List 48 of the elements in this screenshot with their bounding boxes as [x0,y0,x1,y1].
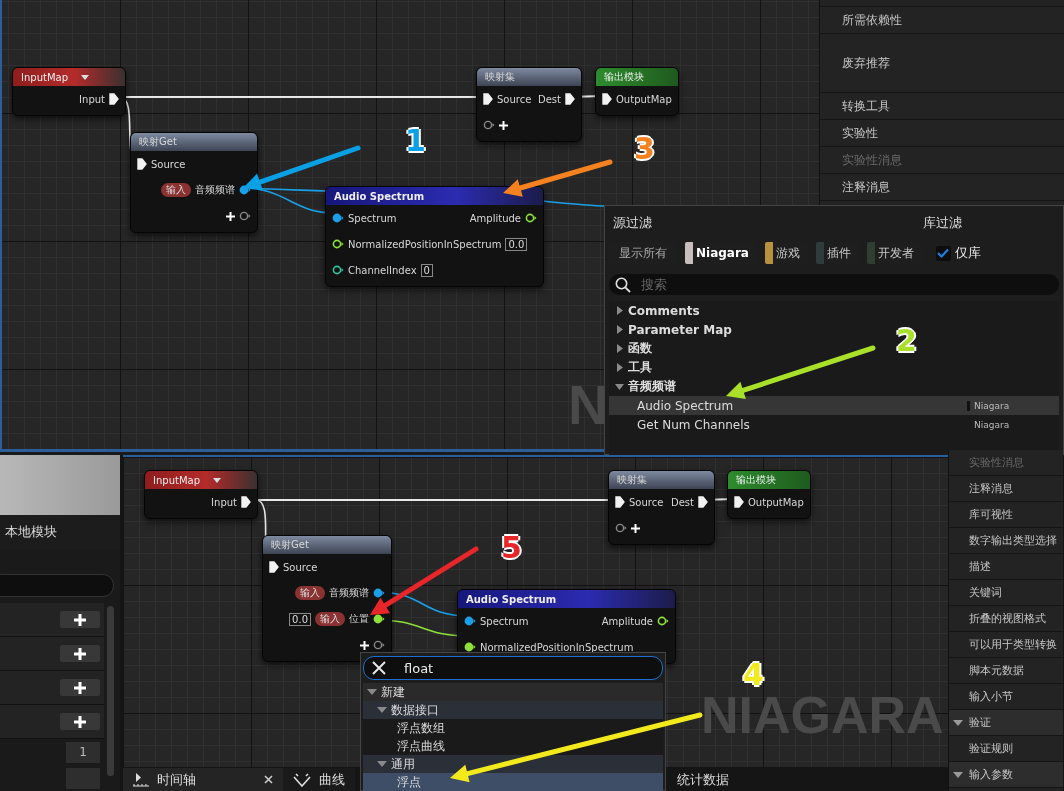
watermark-text: NIAGARA [701,695,944,735]
pin-label: Amplitude [601,615,653,627]
pin-label: Spectrum [348,212,397,224]
pin-tag: 输入 [315,612,345,626]
pin-label: OutputMap [616,93,672,105]
node-title: 映射Get [139,135,178,149]
tab-label: 曲线 [319,770,345,789]
node-title: 映射集 [617,473,648,487]
pin-label: Source [629,496,664,508]
annotation-number: 3 [634,136,655,162]
pin-label: Dest [671,496,694,508]
pin-label: Input [79,93,105,105]
annotation-number: 4 [743,662,764,688]
node-title: InputMap [153,474,201,486]
pin-label: 音频频谱 [195,183,235,197]
filter-heading: 库过滤 [923,214,962,232]
pin-label: Amplitude [469,212,521,224]
node-title: 输出模块 [736,473,777,487]
node-title: InputMap [21,71,69,83]
pin-label: Source [283,561,318,573]
source-label: Niagara [967,400,1010,411]
source-label: Niagara [973,419,1010,430]
annotation-number: 5 [501,535,522,561]
filter-heading: 源过滤 [613,214,652,232]
node-title: 输出模块 [604,70,645,84]
node-title: 映射集 [485,70,516,84]
pin-label: Dest [538,93,561,105]
pin-label: 音频频谱 [329,586,369,600]
panel-title: 本地模块 [0,515,120,549]
pin-label: Source [151,158,186,170]
pin-label: OutputMap [748,496,804,508]
pin-label: ChannelIndex [348,264,417,276]
annotation-number: 1 [405,128,426,154]
node-title: Audio Spectrum [334,190,426,202]
tab-label: 时间轴 [157,770,196,789]
tab-label: 统计数据 [677,770,729,789]
pin-label: Input [211,496,237,508]
pin-tag: 输入 [161,183,191,197]
checkbox-label: 仅库 [954,244,981,262]
pin-label: 位置 [349,612,369,626]
pin-label: NormalizedPositionInSpectrum [348,238,502,250]
pin-label: Spectrum [480,615,529,627]
pin-label: Source [497,93,532,105]
node-title: 映射Get [271,538,310,552]
pin-label: NormalizedPositionInSpectrum [480,641,634,653]
pin-tag: 输入 [295,586,325,600]
node-title: Audio Spectrum [466,593,558,605]
annotation-number: 2 [896,328,917,354]
